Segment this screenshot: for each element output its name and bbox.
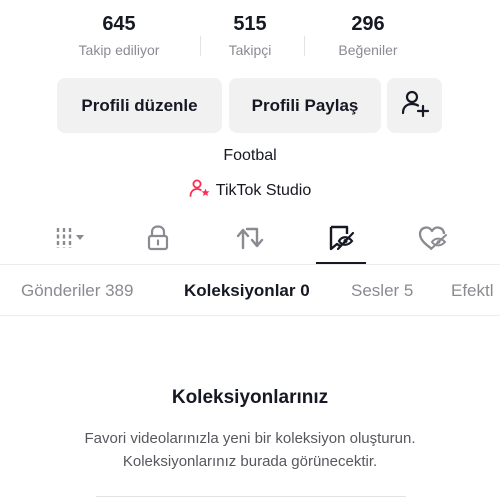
followers-count: 515	[233, 13, 267, 35]
create-collection-button-edge[interactable]	[96, 496, 406, 497]
following-stat[interactable]: 645 Takip ediliyor	[54, 10, 184, 60]
lock-icon	[145, 224, 171, 257]
subtab-sounds[interactable]: Sesler 5	[351, 265, 413, 315]
tiktok-studio-link[interactable]: TikTok Studio	[0, 178, 500, 203]
empty-state-title: Koleksiyonlarınız	[171, 387, 329, 408]
followers-stat[interactable]: 515 Takipçi	[185, 10, 315, 60]
tab-videos-grid[interactable]	[45, 218, 95, 262]
add-user-icon	[400, 88, 430, 123]
likes-count: 296	[351, 13, 385, 35]
subtab-posts[interactable]: Gönderiler 389	[21, 265, 133, 315]
likes-stat[interactable]: 296 Beğeniler	[303, 10, 433, 60]
tab-favorites[interactable]	[316, 218, 366, 264]
empty-state-line-1: Favori videolarınızla yeni bir koleksiyo…	[84, 430, 416, 447]
content-subtabs: Gönderiler 389 Koleksiyonlar 0 Sesler 5 …	[0, 264, 500, 316]
repost-icon	[235, 224, 265, 257]
share-profile-button[interactable]: Profili Paylaş	[229, 78, 381, 133]
studio-user-icon	[189, 178, 211, 203]
profile-stats: 645 Takip ediliyor 515 Takipçi 296 Beğen…	[0, 10, 500, 66]
profile-bio: Footbal	[223, 147, 277, 164]
tab-private[interactable]	[133, 218, 183, 262]
tab-liked[interactable]	[408, 218, 458, 262]
grid-icon	[50, 225, 90, 256]
edit-profile-button[interactable]: Profili düzenle	[57, 78, 222, 133]
followers-label: Takipçi	[228, 42, 272, 58]
subtab-effects[interactable]: Efektl	[451, 265, 494, 315]
following-label: Takip ediliyor	[78, 42, 160, 58]
add-friend-button[interactable]	[387, 78, 442, 133]
subtab-collections[interactable]: Koleksiyonlar 0	[184, 265, 310, 315]
bookmark-icon	[326, 223, 356, 258]
studio-label: TikTok Studio	[215, 181, 312, 199]
empty-state-description: Favori videolarınızla yeni bir koleksiyo…	[0, 427, 500, 473]
empty-state-line-2: Koleksiyonlarınız burada görünecektir.	[122, 453, 378, 470]
following-count: 645	[102, 13, 136, 35]
likes-label: Beğeniler	[338, 42, 398, 58]
liked-heart-icon	[417, 224, 449, 257]
tab-reposts[interactable]	[225, 218, 275, 262]
